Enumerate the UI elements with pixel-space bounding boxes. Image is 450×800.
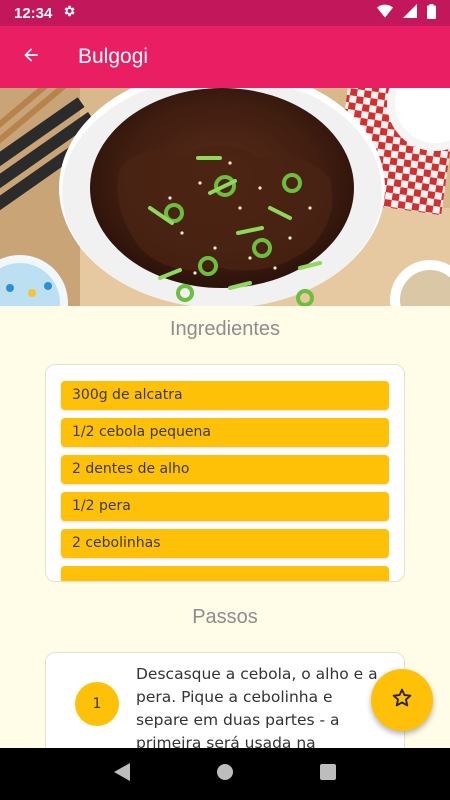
battery-icon <box>427 3 436 23</box>
square-recents-icon <box>320 764 337 784</box>
page-title: Bulgogi <box>78 45 149 68</box>
ingredient-item[interactable]: 1/2 pera <box>61 492 389 521</box>
app-bar: Bulgogi <box>0 26 450 88</box>
nav-back-button[interactable] <box>102 754 142 794</box>
triangle-back-icon <box>113 763 130 785</box>
settings-icon <box>62 4 76 22</box>
step-text: Descasque a cebola, o alho e a pera. Piq… <box>136 665 378 748</box>
system-nav-bar <box>0 748 450 800</box>
status-time: 12:34 <box>14 4 53 22</box>
star-outline-icon <box>391 687 413 713</box>
ingredient-item[interactable]: 2 cebolinhas <box>61 529 389 558</box>
recipe-photo <box>0 88 450 306</box>
back-button[interactable] <box>0 26 62 88</box>
ingredients-card[interactable]: 300g de alcatra 1/2 cebola pequena 2 den… <box>45 364 405 582</box>
step-card[interactable]: 1 Descasque a cebola, o alho e a pera. P… <box>45 652 405 748</box>
circle-home-icon <box>216 763 234 785</box>
ingredient-item[interactable]: 2 dentes de alho <box>61 455 389 484</box>
favorite-button[interactable] <box>371 669 433 731</box>
signal-icon <box>403 4 417 22</box>
step-number-badge: 1 <box>75 682 119 726</box>
nav-home-button[interactable] <box>205 754 245 794</box>
arrow-back-icon <box>21 45 41 69</box>
nav-recents-button[interactable] <box>308 754 348 794</box>
steps-heading: Passos <box>192 606 258 628</box>
status-bar: 12:34 <box>0 0 450 26</box>
ingredient-item[interactable]: 300g de alcatra <box>61 381 389 410</box>
ingredient-item[interactable]: 1/2 cebola pequena <box>61 418 389 447</box>
wifi-icon <box>377 4 393 22</box>
ingredients-heading: Ingredientes <box>169 318 281 340</box>
ingredient-item[interactable] <box>61 566 389 581</box>
